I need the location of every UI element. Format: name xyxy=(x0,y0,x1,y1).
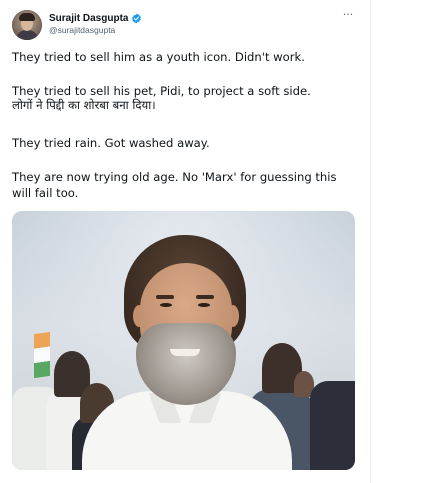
photo-flag xyxy=(34,331,50,379)
author-handle[interactable]: @surajitdasgupta xyxy=(49,25,115,35)
card-border xyxy=(370,0,371,483)
tweet-header: Surajit Dasgupta @surajitdasgupta ··· xyxy=(12,8,358,42)
photo-subject-eye xyxy=(198,303,210,307)
tweet-card: Surajit Dasgupta @surajitdasgupta ··· Th… xyxy=(0,0,370,483)
author-name-row: Surajit Dasgupta xyxy=(49,11,142,25)
verified-badge-icon xyxy=(132,13,142,23)
tweet-paragraph-4-line-2: will fail too. xyxy=(12,186,79,200)
photo-subject-brow xyxy=(196,295,214,299)
author-display-name[interactable]: Surajit Dasgupta xyxy=(49,13,128,24)
photo-subject-eye xyxy=(160,303,172,307)
photo-subject-smile xyxy=(170,349,200,356)
tweet-paragraph-2-line-1: They tried to sell his pet, Pidi, to pro… xyxy=(12,84,311,98)
avatar-hair xyxy=(19,13,35,21)
tweet-paragraph-1: They tried to sell him as a youth icon. … xyxy=(12,50,305,64)
tweet-paragraph-2-line-2: लोगों ने पिद्दी का शोरबा बना दिया। xyxy=(12,98,156,112)
author-avatar[interactable] xyxy=(12,10,42,40)
tweet-paragraph-4-line-1: They are now trying old age. No 'Marx' f… xyxy=(12,170,337,184)
photo-crowd-person xyxy=(310,381,355,470)
tweet-paragraph-3: They tried rain. Got washed away. xyxy=(12,136,210,150)
tweet-photo[interactable] xyxy=(12,211,355,470)
photo-subject-brow xyxy=(156,295,174,299)
more-options-icon[interactable]: ··· xyxy=(340,9,356,20)
